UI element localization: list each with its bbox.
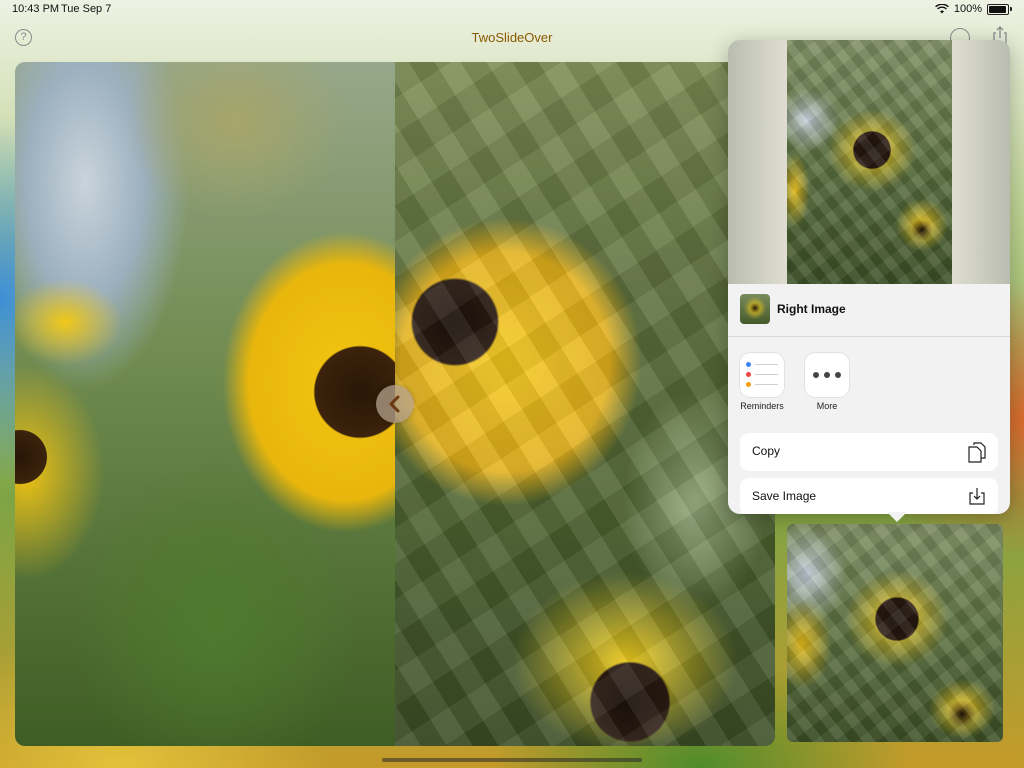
- share-apps-row: Reminders More: [728, 336, 1010, 426]
- share-preview: [728, 40, 1010, 284]
- popover-arrow: [887, 512, 907, 522]
- save-image-icon: [969, 488, 985, 505]
- share-item-header: Right Image: [728, 284, 1010, 337]
- share-sheet: Right Image Reminders More Copy Save Ima…: [728, 40, 1010, 514]
- battery-percent: 100%: [953, 3, 982, 15]
- more-icon: [805, 353, 849, 397]
- item-thumbnail: [740, 294, 770, 324]
- battery-icon: [987, 3, 1009, 15]
- reminders-icon: [740, 353, 784, 397]
- app-more[interactable]: More: [797, 353, 857, 411]
- status-right: 100%: [934, 3, 1012, 15]
- copy-icon: [968, 442, 986, 463]
- item-title: Right Image: [777, 302, 846, 316]
- action-label: Save Image: [752, 489, 817, 503]
- slider-handle[interactable]: [376, 385, 414, 423]
- right-image-thumbnail[interactable]: [787, 524, 1003, 742]
- left-image: [15, 62, 395, 746]
- save-image-button[interactable]: Save Image: [740, 478, 998, 514]
- preview-image: [787, 40, 952, 284]
- right-image: [395, 62, 775, 746]
- battery-tip: [1010, 7, 1012, 11]
- app-label: Reminders: [740, 401, 784, 411]
- comparison-view[interactable]: [15, 62, 775, 746]
- chevron-left-icon: [389, 395, 400, 413]
- home-indicator[interactable]: [382, 758, 642, 762]
- copy-button[interactable]: Copy: [740, 433, 998, 471]
- status-date: Tue Sep 7: [61, 3, 112, 15]
- app-label: More: [816, 401, 838, 411]
- status-time: 10:43 PM: [12, 3, 60, 15]
- wifi-icon: [934, 4, 949, 14]
- action-label: Copy: [752, 444, 781, 458]
- app-reminders[interactable]: Reminders: [732, 353, 792, 411]
- status-bar: 10:43 PM Tue Sep 7 100%: [0, 0, 1024, 20]
